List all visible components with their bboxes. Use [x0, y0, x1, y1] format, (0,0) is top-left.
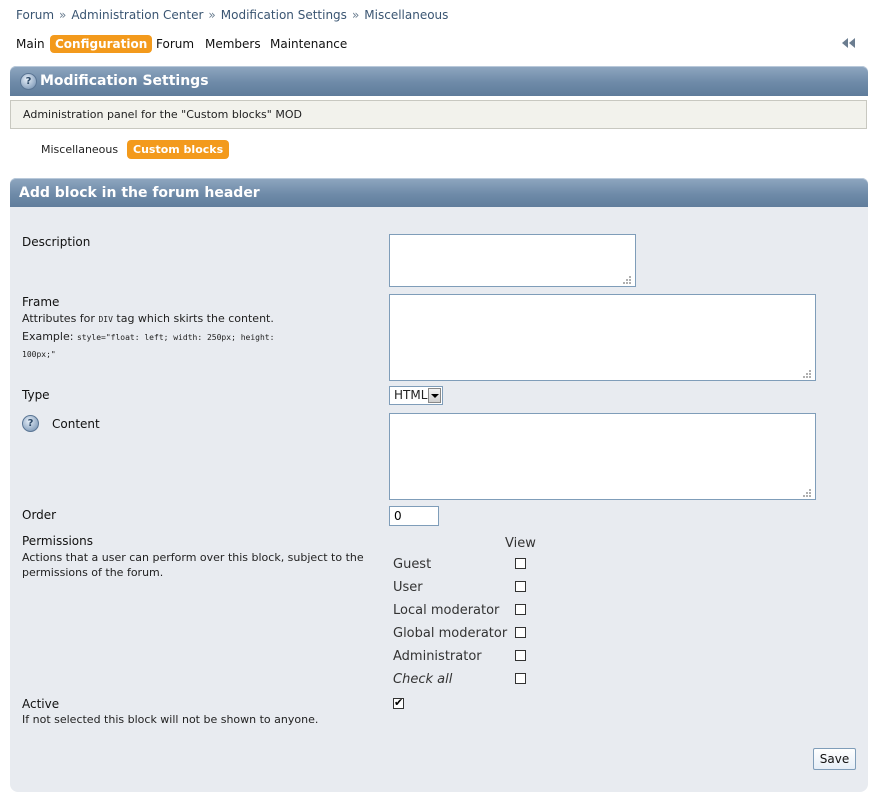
breadcrumb-modification-settings[interactable]: Modification Settings [221, 8, 347, 22]
permission-check-all[interactable]: Check all [393, 672, 452, 687]
help-icon[interactable]: ? [22, 415, 39, 432]
breadcrumb-separator: » [351, 8, 360, 22]
permission-checkbox-administrator[interactable] [515, 650, 526, 661]
active-label: Active [22, 697, 60, 711]
panel-description: Administration panel for the "Custom blo… [10, 100, 867, 129]
page-title: Modification Settings [40, 73, 209, 89]
nav-maintenance[interactable]: Maintenance [270, 35, 347, 53]
frame-example-label: Example: [22, 330, 74, 343]
breadcrumb-separator: » [208, 8, 216, 22]
frame-example-code-cont: 100px;" [22, 350, 56, 359]
permission-checkbox-check-all[interactable] [515, 673, 526, 684]
description-textarea[interactable] [389, 234, 636, 287]
permission-role-global-moderator: Global moderator [393, 626, 508, 641]
nav-main[interactable]: Main [16, 35, 45, 53]
content-textarea[interactable] [389, 413, 816, 500]
frame-help-pre: Attributes for [22, 312, 95, 325]
permissions-view-header: View [505, 536, 536, 551]
double-chevron-left-icon[interactable] [840, 36, 858, 50]
type-label: Type [22, 388, 50, 402]
active-checkbox[interactable] [393, 696, 404, 709]
nav-members[interactable]: Members [205, 35, 261, 53]
chevron-down-icon[interactable] [428, 388, 441, 403]
breadcrumb-separator: » [59, 8, 67, 22]
frame-textarea[interactable] [389, 294, 816, 381]
permission-role-guest: Guest [393, 557, 432, 572]
type-select[interactable]: HTML [389, 386, 443, 405]
nav-forum[interactable]: Forum [156, 35, 194, 53]
form-title: Add block in the forum header [19, 185, 260, 201]
frame-example-code: style="float: left; width: 250px; height… [76, 333, 275, 342]
frame-label: Frame [22, 295, 60, 309]
permissions-label: Permissions [22, 534, 93, 548]
order-label: Order [22, 508, 57, 522]
breadcrumb-forum[interactable]: Forum [16, 8, 54, 22]
breadcrumb-admin-center[interactable]: Administration Center [71, 8, 203, 22]
subnav-miscellaneous[interactable]: Miscellaneous [41, 140, 118, 159]
save-button[interactable]: Save [813, 748, 856, 770]
content-label: Content [52, 417, 100, 431]
frame-help: Attributes for DIV tag which skirts the … [22, 312, 274, 325]
resize-grip-icon[interactable] [622, 274, 632, 284]
active-help: If not selected this block will not be s… [22, 713, 319, 726]
panel-description-text: Administration panel for the "Custom blo… [23, 108, 302, 121]
frame-help-post: tag which skirts the content. [116, 312, 274, 325]
description-label: Description [22, 235, 91, 249]
permission-checkbox-guest[interactable] [515, 558, 526, 569]
permission-checkbox-local-moderator[interactable] [515, 604, 526, 615]
help-icon[interactable]: ? [20, 73, 37, 90]
permission-checkbox-user[interactable] [515, 581, 526, 592]
permission-role-local-moderator: Local moderator [393, 603, 500, 618]
subnav-custom-blocks[interactable]: Custom blocks [127, 140, 230, 159]
frame-example: Example: style="float: left; width: 250p… [22, 330, 274, 343]
nav-configuration[interactable]: Configuration [50, 35, 153, 53]
frame-help-tag: DIV [98, 315, 113, 324]
breadcrumb-miscellaneous[interactable]: Miscellaneous [364, 8, 448, 22]
panel-header: ? Modification Settings [10, 66, 868, 96]
permission-checkbox-global-moderator[interactable] [515, 627, 526, 638]
breadcrumb: Forum » Administration Center » Modification… [16, 8, 448, 22]
permission-role-user: User [393, 580, 423, 595]
resize-grip-icon[interactable] [802, 368, 812, 378]
resize-grip-icon[interactable] [802, 487, 812, 497]
permission-role-administrator: Administrator [393, 649, 482, 664]
form-header: Add block in the forum header [10, 178, 868, 208]
type-select-value: HTML [394, 388, 428, 402]
order-input[interactable] [389, 506, 439, 526]
permissions-help: Actions that a user can perform over thi… [22, 551, 364, 579]
